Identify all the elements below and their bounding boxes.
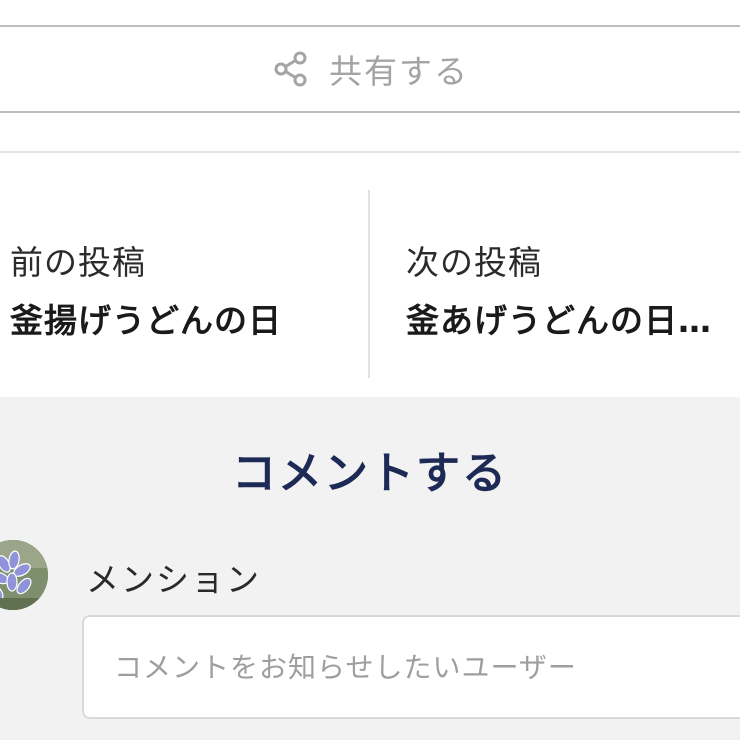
mention-label: メンション <box>86 560 261 599</box>
comment-section: コメントする メンション <box>0 397 740 740</box>
user-avatar-flower-icon <box>0 540 48 610</box>
previous-post-kicker: 前の投稿 <box>10 243 146 282</box>
share-button-content: 共有する <box>271 45 469 93</box>
next-post-link[interactable]: 次の投稿 釜あげうどんの日… <box>406 190 740 378</box>
next-post-title: 釜あげうどんの日… <box>406 301 712 340</box>
previous-post-link[interactable]: 前の投稿 釜揚げうどんの日 <box>10 190 360 378</box>
previous-post-title: 釜揚げうどんの日 <box>10 301 282 340</box>
post-navigation: 前の投稿 釜揚げうどんの日 次の投稿 釜あげうどんの日… <box>0 190 740 378</box>
next-post-kicker: 次の投稿 <box>406 243 542 282</box>
share-label: 共有する <box>329 52 469 91</box>
avatar <box>0 540 48 610</box>
mention-input[interactable] <box>82 615 740 719</box>
share-button[interactable]: 共有する <box>0 25 740 113</box>
share-icon <box>274 51 307 87</box>
page: 共有する 前の投稿 釜揚げうどんの日 次の投稿 釜あげうどんの日… コメントする <box>0 0 740 740</box>
post-nav-divider <box>368 190 370 378</box>
comment-heading: コメントする <box>232 448 508 499</box>
section-divider <box>0 151 740 153</box>
